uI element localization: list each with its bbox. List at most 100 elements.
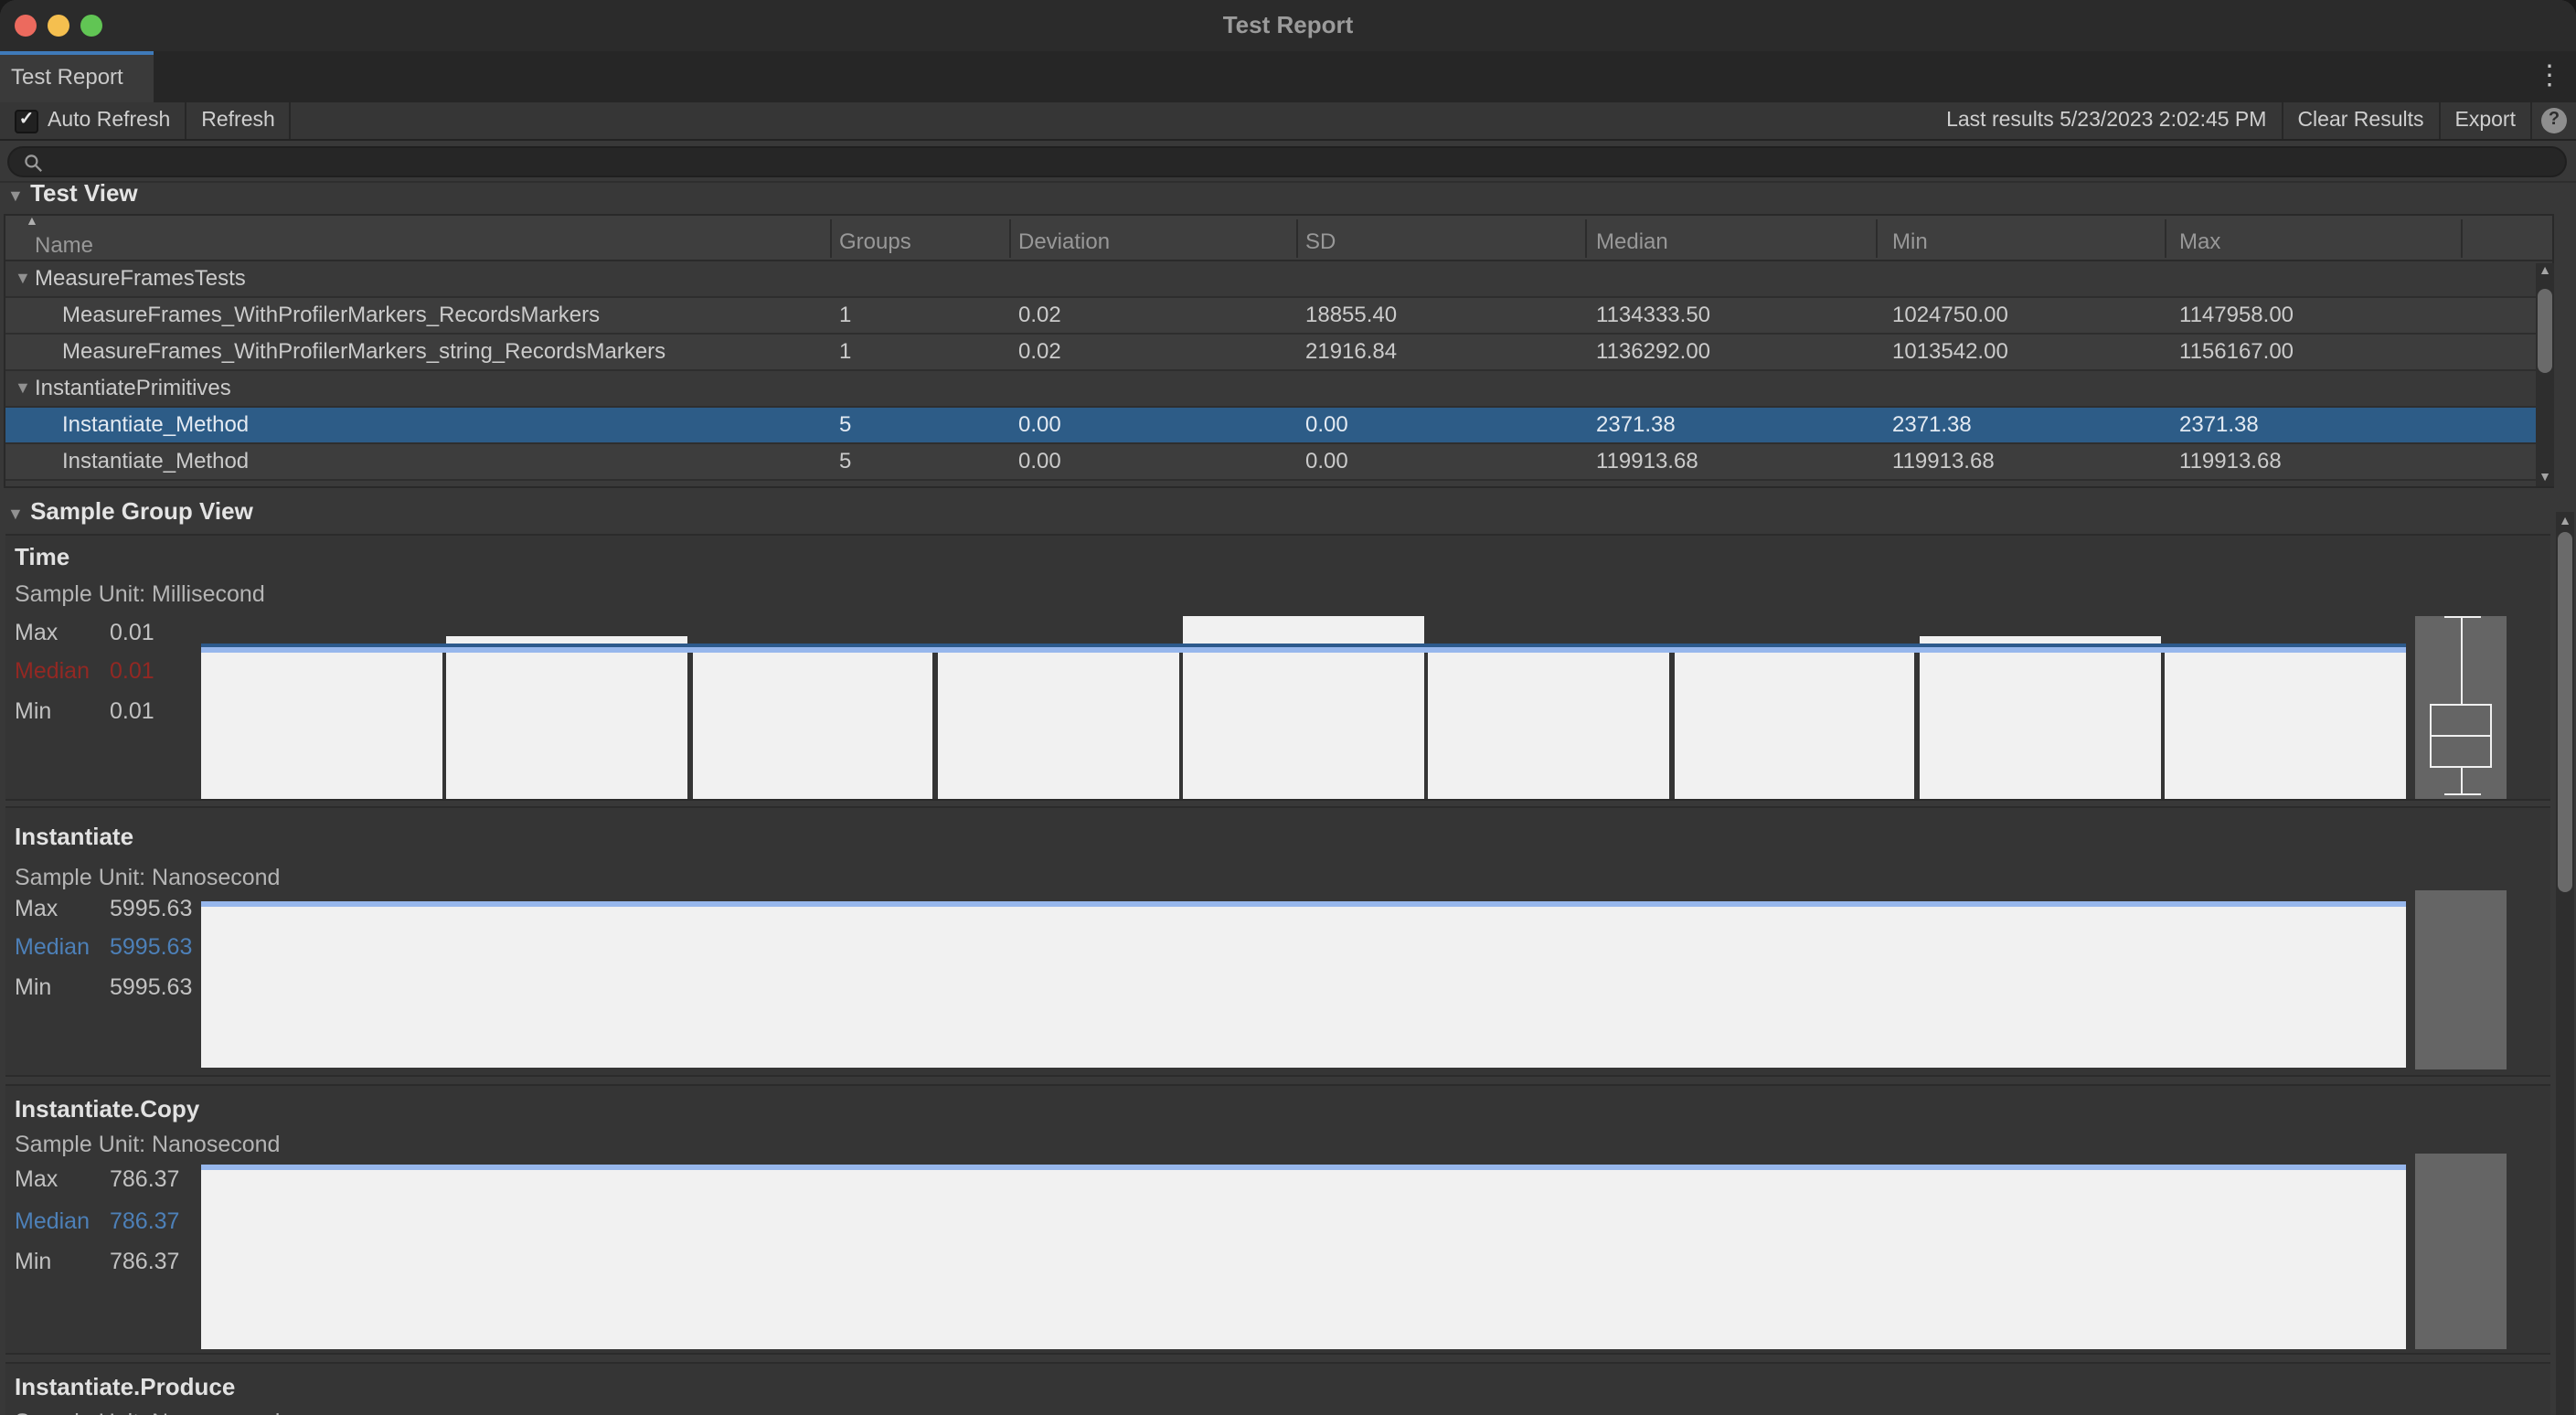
- min-cell: 1024750.00: [1892, 298, 2008, 333]
- table-row[interactable]: MeasureFrames_WithProfilerMarkers_Record…: [5, 298, 2552, 335]
- toolbar: ✓ Auto Refresh Refresh Last results 5/23…: [0, 102, 2576, 141]
- search-input[interactable]: [7, 146, 2567, 177]
- test-view-header[interactable]: ▼ Test View: [7, 179, 138, 207]
- min-value: 786.37: [110, 1249, 179, 1274]
- sample-bar[interactable]: [447, 636, 688, 799]
- kebab-menu-icon[interactable]: ⋮: [2536, 60, 2563, 93]
- test-view-title: Test View: [30, 179, 138, 207]
- bar-top-line: [201, 901, 2406, 907]
- foldout-open-icon[interactable]: ▼: [15, 261, 31, 296]
- table-row[interactable]: MeasureFrames_WithProfilerMarkers_string…: [5, 335, 2552, 371]
- min-cell: 119913.68: [1892, 444, 1995, 479]
- column-header-median[interactable]: Median: [1596, 229, 1668, 254]
- max-cell: 1147958.00: [2179, 298, 2294, 333]
- median-overlay-line: [201, 644, 2406, 647]
- boxplot-lower-whisker: [2461, 768, 2463, 795]
- sample-bar[interactable]: [1674, 644, 1915, 799]
- foldout-open-icon[interactable]: ▼: [7, 505, 24, 523]
- min-cell: 1013542.00: [1892, 335, 2008, 369]
- max-value: 786.37: [110, 1166, 179, 1192]
- column-divider[interactable]: [1876, 219, 1878, 258]
- min-value: 0.01: [110, 698, 154, 724]
- max-label: Max: [15, 1166, 110, 1192]
- groups-cell: 1: [839, 335, 851, 369]
- help-icon[interactable]: ?: [2541, 108, 2567, 133]
- max-label: Max: [15, 896, 110, 921]
- main-scrollbar[interactable]: ▲: [2556, 512, 2574, 1415]
- deviation-cell: 0.00: [1018, 444, 1061, 479]
- sd-cell: 0.00: [1305, 444, 1348, 479]
- column-header-max[interactable]: Max: [2179, 229, 2220, 254]
- groups-cell: 1: [839, 298, 851, 333]
- test-name-cell: MeasureFrames_WithProfilerMarkers_Record…: [62, 298, 600, 333]
- min-value: 5995.63: [110, 974, 192, 1000]
- column-header-groups[interactable]: Groups: [839, 229, 911, 254]
- group-row[interactable]: ▼MeasureFramesTests: [5, 261, 2552, 298]
- max-value: 0.01: [110, 620, 154, 645]
- title-bar[interactable]: Test Report: [0, 0, 2576, 51]
- sample-bar-chart: [201, 616, 2406, 799]
- refresh-button[interactable]: Refresh: [186, 102, 290, 139]
- boxplot-upper-whisker: [2461, 616, 2463, 704]
- groups-cell: 5: [839, 408, 851, 442]
- boxplot-bottom-whisker-cap: [2444, 793, 2481, 795]
- export-button[interactable]: Export: [2441, 102, 2531, 139]
- column-header-min[interactable]: Min: [1892, 229, 1928, 254]
- column-divider[interactable]: [1296, 219, 1298, 258]
- column-divider[interactable]: [1585, 219, 1587, 258]
- sort-ascending-icon: ▲: [26, 216, 38, 229]
- group-row[interactable]: ▼InstantiatePrimitives: [5, 371, 2552, 408]
- window-title: Test Report: [0, 0, 2576, 51]
- main-scrollbar-thumb[interactable]: [2558, 532, 2572, 892]
- median-cell: 2371.38: [1596, 408, 1676, 442]
- sample-unit-label: Sample Unit: Nanosecond: [15, 1132, 280, 1157]
- column-header-sd[interactable]: SD: [1305, 229, 1336, 254]
- min-cell: 2371.38: [1892, 408, 1972, 442]
- toolbar-divider: [290, 102, 292, 139]
- column-divider[interactable]: [2165, 219, 2166, 258]
- sd-cell: 18855.40: [1305, 298, 1397, 333]
- sample-bar[interactable]: [938, 644, 1179, 799]
- median-label: Median: [15, 934, 110, 960]
- test-table: ▲ Name Groups Deviation SD Median Min Ma…: [4, 214, 2554, 488]
- scroll-down-icon[interactable]: ▼: [2536, 472, 2554, 484]
- column-divider[interactable]: [1009, 219, 1011, 258]
- column-divider[interactable]: [2461, 219, 2463, 258]
- sample-bar[interactable]: [201, 901, 2406, 1068]
- sample-bar[interactable]: [1429, 644, 1670, 799]
- deviation-cell: 0.02: [1018, 335, 1061, 369]
- tab-test-report[interactable]: Test Report: [0, 51, 154, 102]
- column-divider[interactable]: [830, 219, 832, 258]
- column-header-deviation[interactable]: Deviation: [1018, 229, 1110, 254]
- sample-bar[interactable]: [2165, 644, 2406, 799]
- sample-bar[interactable]: [201, 644, 442, 799]
- median-value: 786.37: [110, 1208, 179, 1234]
- sample-bar[interactable]: [692, 644, 933, 799]
- table-row[interactable]: Instantiate_Method50.000.002371.382371.3…: [5, 408, 2552, 444]
- clear-results-button[interactable]: Clear Results: [2283, 102, 2438, 139]
- sample-group-view-header[interactable]: ▼ Sample Group View: [7, 497, 253, 525]
- foldout-open-icon[interactable]: ▼: [7, 186, 24, 205]
- deviation-cell: 0.02: [1018, 298, 1061, 333]
- median-value: 5995.63: [110, 934, 192, 960]
- scroll-up-icon[interactable]: ▲: [2536, 265, 2554, 278]
- sample-bar[interactable]: [201, 1165, 2406, 1349]
- sample-bar-chart: [201, 901, 2406, 1068]
- toolbar-divider: [2530, 102, 2532, 139]
- checkbox-check-icon[interactable]: ✓: [15, 109, 38, 133]
- min-label: Min: [15, 1249, 110, 1274]
- foldout-open-icon[interactable]: ▼: [15, 371, 31, 406]
- scroll-up-icon[interactable]: ▲: [2556, 516, 2574, 528]
- max-label: Max: [15, 620, 110, 645]
- boxplot-widget: [2415, 1154, 2507, 1349]
- boxplot-widget: [2415, 890, 2507, 1069]
- sample-bar[interactable]: [1920, 636, 2161, 799]
- table-row[interactable]: Instantiate_Method50.000.00119913.681199…: [5, 444, 2552, 481]
- column-header-name[interactable]: Name: [35, 232, 93, 258]
- table-scrollbar-thumb[interactable]: [2538, 289, 2552, 373]
- search-icon: [24, 154, 44, 174]
- table-scrollbar[interactable]: ▲ ▼: [2536, 263, 2554, 486]
- sample-group-name: Time: [15, 543, 69, 570]
- sample-group-panel-time: Time Sample Unit: Millisecond Max0.01 Me…: [5, 534, 2550, 801]
- auto-refresh-toggle[interactable]: ✓ Auto Refresh: [0, 102, 185, 139]
